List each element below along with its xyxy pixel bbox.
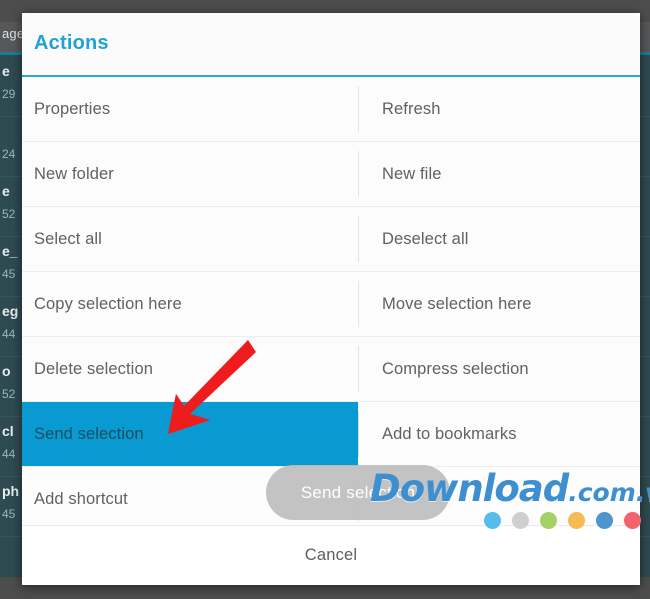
- file-size: 24: [2, 147, 16, 161]
- menu-item-new-file[interactable]: New file: [358, 142, 640, 206]
- watermark-dots: [484, 512, 641, 529]
- screen: age e 29 24 e 52 e_ 45 eg 44 o 52 cl 44 …: [0, 0, 650, 599]
- watermark-brand: Download: [370, 467, 569, 510]
- menu-item-deselect-all[interactable]: Deselect all: [358, 207, 640, 271]
- file-size: 45: [2, 507, 16, 521]
- watermark-dot: [568, 512, 585, 529]
- file-name: eg: [2, 303, 19, 319]
- watermark-dot: [484, 512, 501, 529]
- watermark-tld: .com.vn: [568, 478, 650, 507]
- menu-item-move-selection-here[interactable]: Move selection here: [358, 272, 640, 336]
- file-name: ph: [2, 483, 20, 499]
- watermark-dot: [512, 512, 529, 529]
- menu-item-compress-selection[interactable]: Compress selection: [358, 337, 640, 401]
- menu-item-copy-selection-here[interactable]: Copy selection here: [22, 272, 358, 336]
- menu-item-label: Select all: [34, 229, 102, 248]
- menu-row-selected: Send selection Add to bookmarks: [22, 402, 640, 467]
- watermark-dot: [624, 512, 641, 529]
- menu-row: New folder New file: [22, 142, 640, 207]
- app-bar-title: age: [2, 26, 25, 41]
- menu-item-new-folder[interactable]: New folder: [22, 142, 358, 206]
- file-size: 44: [2, 327, 16, 341]
- menu-row: Delete selection Compress selection: [22, 337, 640, 402]
- file-name: o: [2, 363, 11, 379]
- menu-item-label: Add shortcut: [34, 489, 128, 508]
- menu-item-label: Delete selection: [34, 359, 154, 378]
- menu-item-label: Properties: [34, 99, 111, 118]
- menu-item-label: Add to bookmarks: [382, 424, 517, 443]
- menu-item-label: Move selection here: [382, 294, 532, 313]
- file-size: 44: [2, 447, 16, 461]
- menu-row: Properties Refresh: [22, 77, 640, 142]
- menu-item-refresh[interactable]: Refresh: [358, 77, 640, 141]
- file-size: 52: [2, 207, 16, 221]
- menu-item-label: Send selection: [34, 424, 144, 443]
- menu-row: Copy selection here Move selection here: [22, 272, 640, 337]
- menu-item-label: Deselect all: [382, 229, 469, 248]
- menu-row: Select all Deselect all: [22, 207, 640, 272]
- file-name: cl: [2, 423, 14, 439]
- menu-item-add-to-bookmarks[interactable]: Add to bookmarks: [358, 402, 640, 466]
- dialog-header: Actions: [22, 13, 640, 75]
- watermark-dot: [540, 512, 557, 529]
- download-com-vn-watermark: Download.com.vn: [370, 470, 650, 529]
- file-name: e: [2, 183, 10, 199]
- watermark-text: Download.com.vn: [370, 470, 650, 507]
- menu-item-properties[interactable]: Properties: [22, 77, 358, 141]
- file-size: 29: [2, 87, 16, 101]
- file-name: e_: [2, 243, 18, 259]
- menu-item-label: Compress selection: [382, 359, 529, 378]
- cancel-label: Cancel: [304, 546, 358, 564]
- menu-item-select-all[interactable]: Select all: [22, 207, 358, 271]
- cancel-button[interactable]: Cancel: [22, 526, 640, 585]
- actions-menu: Properties Refresh New folder New file S: [22, 77, 640, 532]
- menu-item-label: New file: [382, 164, 442, 183]
- menu-item-label: Refresh: [382, 99, 441, 118]
- menu-item-send-selection[interactable]: Send selection: [22, 402, 358, 466]
- menu-item-delete-selection[interactable]: Delete selection: [22, 337, 358, 401]
- dialog-title: Actions: [34, 32, 109, 54]
- file-name: e: [2, 63, 10, 79]
- menu-item-label: New folder: [34, 164, 114, 183]
- menu-item-label: Copy selection here: [34, 294, 182, 313]
- file-size: 45: [2, 267, 16, 281]
- watermark-dot: [596, 512, 613, 529]
- file-size: 52: [2, 387, 16, 401]
